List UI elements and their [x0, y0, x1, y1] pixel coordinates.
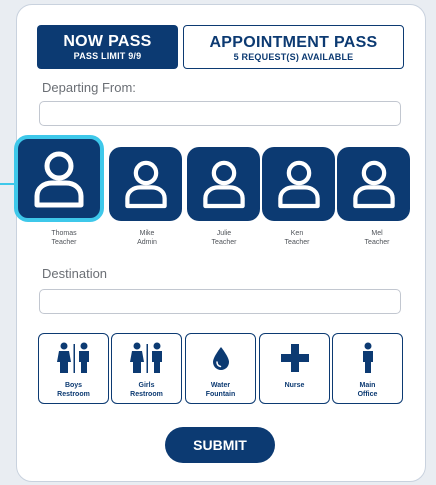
medical-cross-icon	[260, 342, 329, 374]
destination-line2: Restroom	[130, 391, 163, 398]
person-icon	[333, 342, 402, 374]
destination-label: Destination	[42, 266, 108, 281]
staff-name: Mike	[139, 230, 155, 237]
person-icon	[352, 160, 395, 209]
destination-nurse[interactable]: Nurse	[259, 333, 330, 404]
restroom-icon	[112, 342, 181, 374]
staff-role: Admin	[137, 239, 157, 246]
destination-girls-restroom[interactable]: Girls Restroom	[111, 333, 182, 404]
destination-line1: Water	[210, 382, 231, 389]
tab-now-pass-limit: PASS LIMIT 9/9	[73, 51, 142, 61]
staff-role: Teacher	[284, 239, 310, 246]
departing-from-input[interactable]	[39, 101, 401, 126]
destination-label-text: Water Fountain	[186, 381, 255, 399]
staff-name: Thomas	[51, 230, 77, 237]
destination-input[interactable]	[39, 289, 401, 314]
water-drop-icon	[186, 342, 255, 374]
destination-line1: Main	[359, 382, 376, 389]
tab-appointment-pass[interactable]: APPOINTMENT PASS 5 REQUEST(S) AVAILABLE	[183, 25, 404, 69]
tab-now-pass-title: NOW PASS	[63, 33, 152, 50]
staff-label-thomas: Thomas Teacher	[24, 229, 104, 247]
destination-line2: Fountain	[205, 391, 236, 398]
destination-water-fountain[interactable]: Water Fountain	[185, 333, 256, 404]
destination-line1: Nurse	[284, 382, 305, 389]
destination-line1: Girls	[138, 382, 155, 389]
staff-label-ken: Ken Teacher	[257, 229, 337, 247]
staff-role: Teacher	[51, 239, 77, 246]
staff-card-thomas[interactable]	[14, 135, 104, 222]
person-icon	[202, 160, 245, 209]
person-icon	[34, 151, 84, 207]
departing-from-label: Departing From:	[42, 80, 136, 95]
staff-role: Teacher	[364, 239, 390, 246]
tab-now-pass[interactable]: NOW PASS PASS LIMIT 9/9	[37, 25, 178, 69]
person-icon	[277, 160, 320, 209]
destination-line1: Boys	[64, 382, 83, 389]
staff-name: Ken	[290, 230, 304, 237]
tab-appointment-pass-title: APPOINTMENT PASS	[209, 34, 378, 51]
destination-label-text: Nurse	[260, 381, 329, 390]
staff-label-mike: Mike Admin	[107, 229, 187, 247]
restroom-icon	[39, 342, 108, 374]
staff-name: Mel	[371, 230, 383, 237]
submit-button[interactable]: SUBMIT	[165, 427, 275, 463]
staff-card-julie[interactable]	[187, 147, 260, 221]
destination-line2: Office	[357, 391, 378, 398]
staff-name: Julie	[216, 230, 232, 237]
tab-appointment-pass-requests: 5 REQUEST(S) AVAILABLE	[233, 52, 354, 62]
staff-label-mel: Mel Teacher	[337, 229, 417, 247]
person-icon	[124, 160, 167, 209]
staff-role: Teacher	[211, 239, 237, 246]
destination-main-office[interactable]: Main Office	[332, 333, 403, 404]
staff-card-ken[interactable]	[262, 147, 335, 221]
staff-card-mike[interactable]	[109, 147, 182, 221]
destination-boys-restroom[interactable]: Boys Restroom	[38, 333, 109, 404]
staff-label-julie: Julie Teacher	[184, 229, 264, 247]
destination-label-text: Main Office	[333, 381, 402, 399]
destination-label-text: Boys Restroom	[39, 381, 108, 399]
destination-line2: Restroom	[57, 391, 90, 398]
staff-card-mel[interactable]	[337, 147, 410, 221]
destination-label-text: Girls Restroom	[112, 381, 181, 399]
